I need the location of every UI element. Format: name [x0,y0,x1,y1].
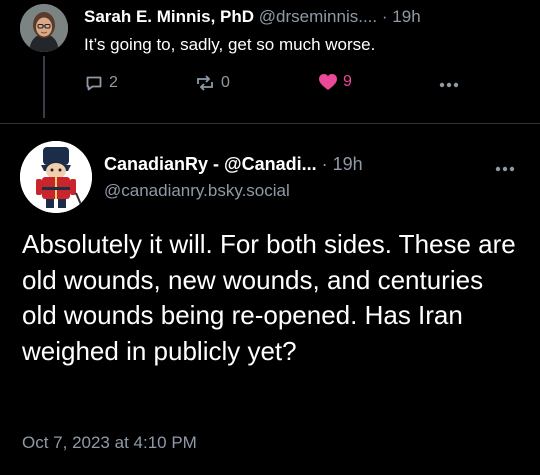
more-icon [495,166,515,172]
more-button[interactable] [438,76,460,94]
avatar-image [20,4,68,52]
author-name[interactable]: Sarah E. Minnis, PhD [84,7,254,26]
reply-button[interactable]: 2 [84,73,118,93]
reply-icon [86,76,102,91]
reply-header: Sarah E. Minnis, PhD @drseminnis.... · 1… [84,7,421,27]
main-header: CanadianRy - @Canadi... · 19h [104,154,363,175]
separator-dot: · [381,7,388,26]
like-button[interactable]: 9 [318,73,352,91]
post-text: It’s going to, sadly, get so much worse. [84,35,376,54]
reply-post[interactable]: Sarah E. Minnis, PhD @drseminnis.... · 1… [0,0,540,124]
reply-count: 2 [109,74,118,91]
author-handle[interactable]: @canadianry.bsky.social [104,181,290,201]
more-button[interactable] [494,160,516,178]
main-post: CanadianRy - @Canadi... · 19h @canadianr… [0,124,540,475]
author-name[interactable]: CanadianRy - @Canadi... [104,154,317,174]
avatar-image [20,141,92,213]
avatar[interactable] [20,4,68,52]
post-time[interactable]: 19h [333,154,363,174]
post-text: Absolutely it will. For both sides. Thes… [22,229,516,366]
repost-count: 0 [221,74,230,91]
separator-dot: · [321,154,328,174]
like-count: 9 [343,73,352,90]
author-handle[interactable]: @drseminnis.... [259,7,377,26]
repost-icon [197,75,213,91]
repost-button[interactable]: 0 [194,73,230,93]
avatar[interactable] [20,141,92,213]
heart-icon [319,74,337,90]
post-time[interactable]: 19h [392,7,420,26]
post-timestamp: Oct 7, 2023 at 4:10 PM [22,433,197,452]
more-icon [439,82,459,88]
